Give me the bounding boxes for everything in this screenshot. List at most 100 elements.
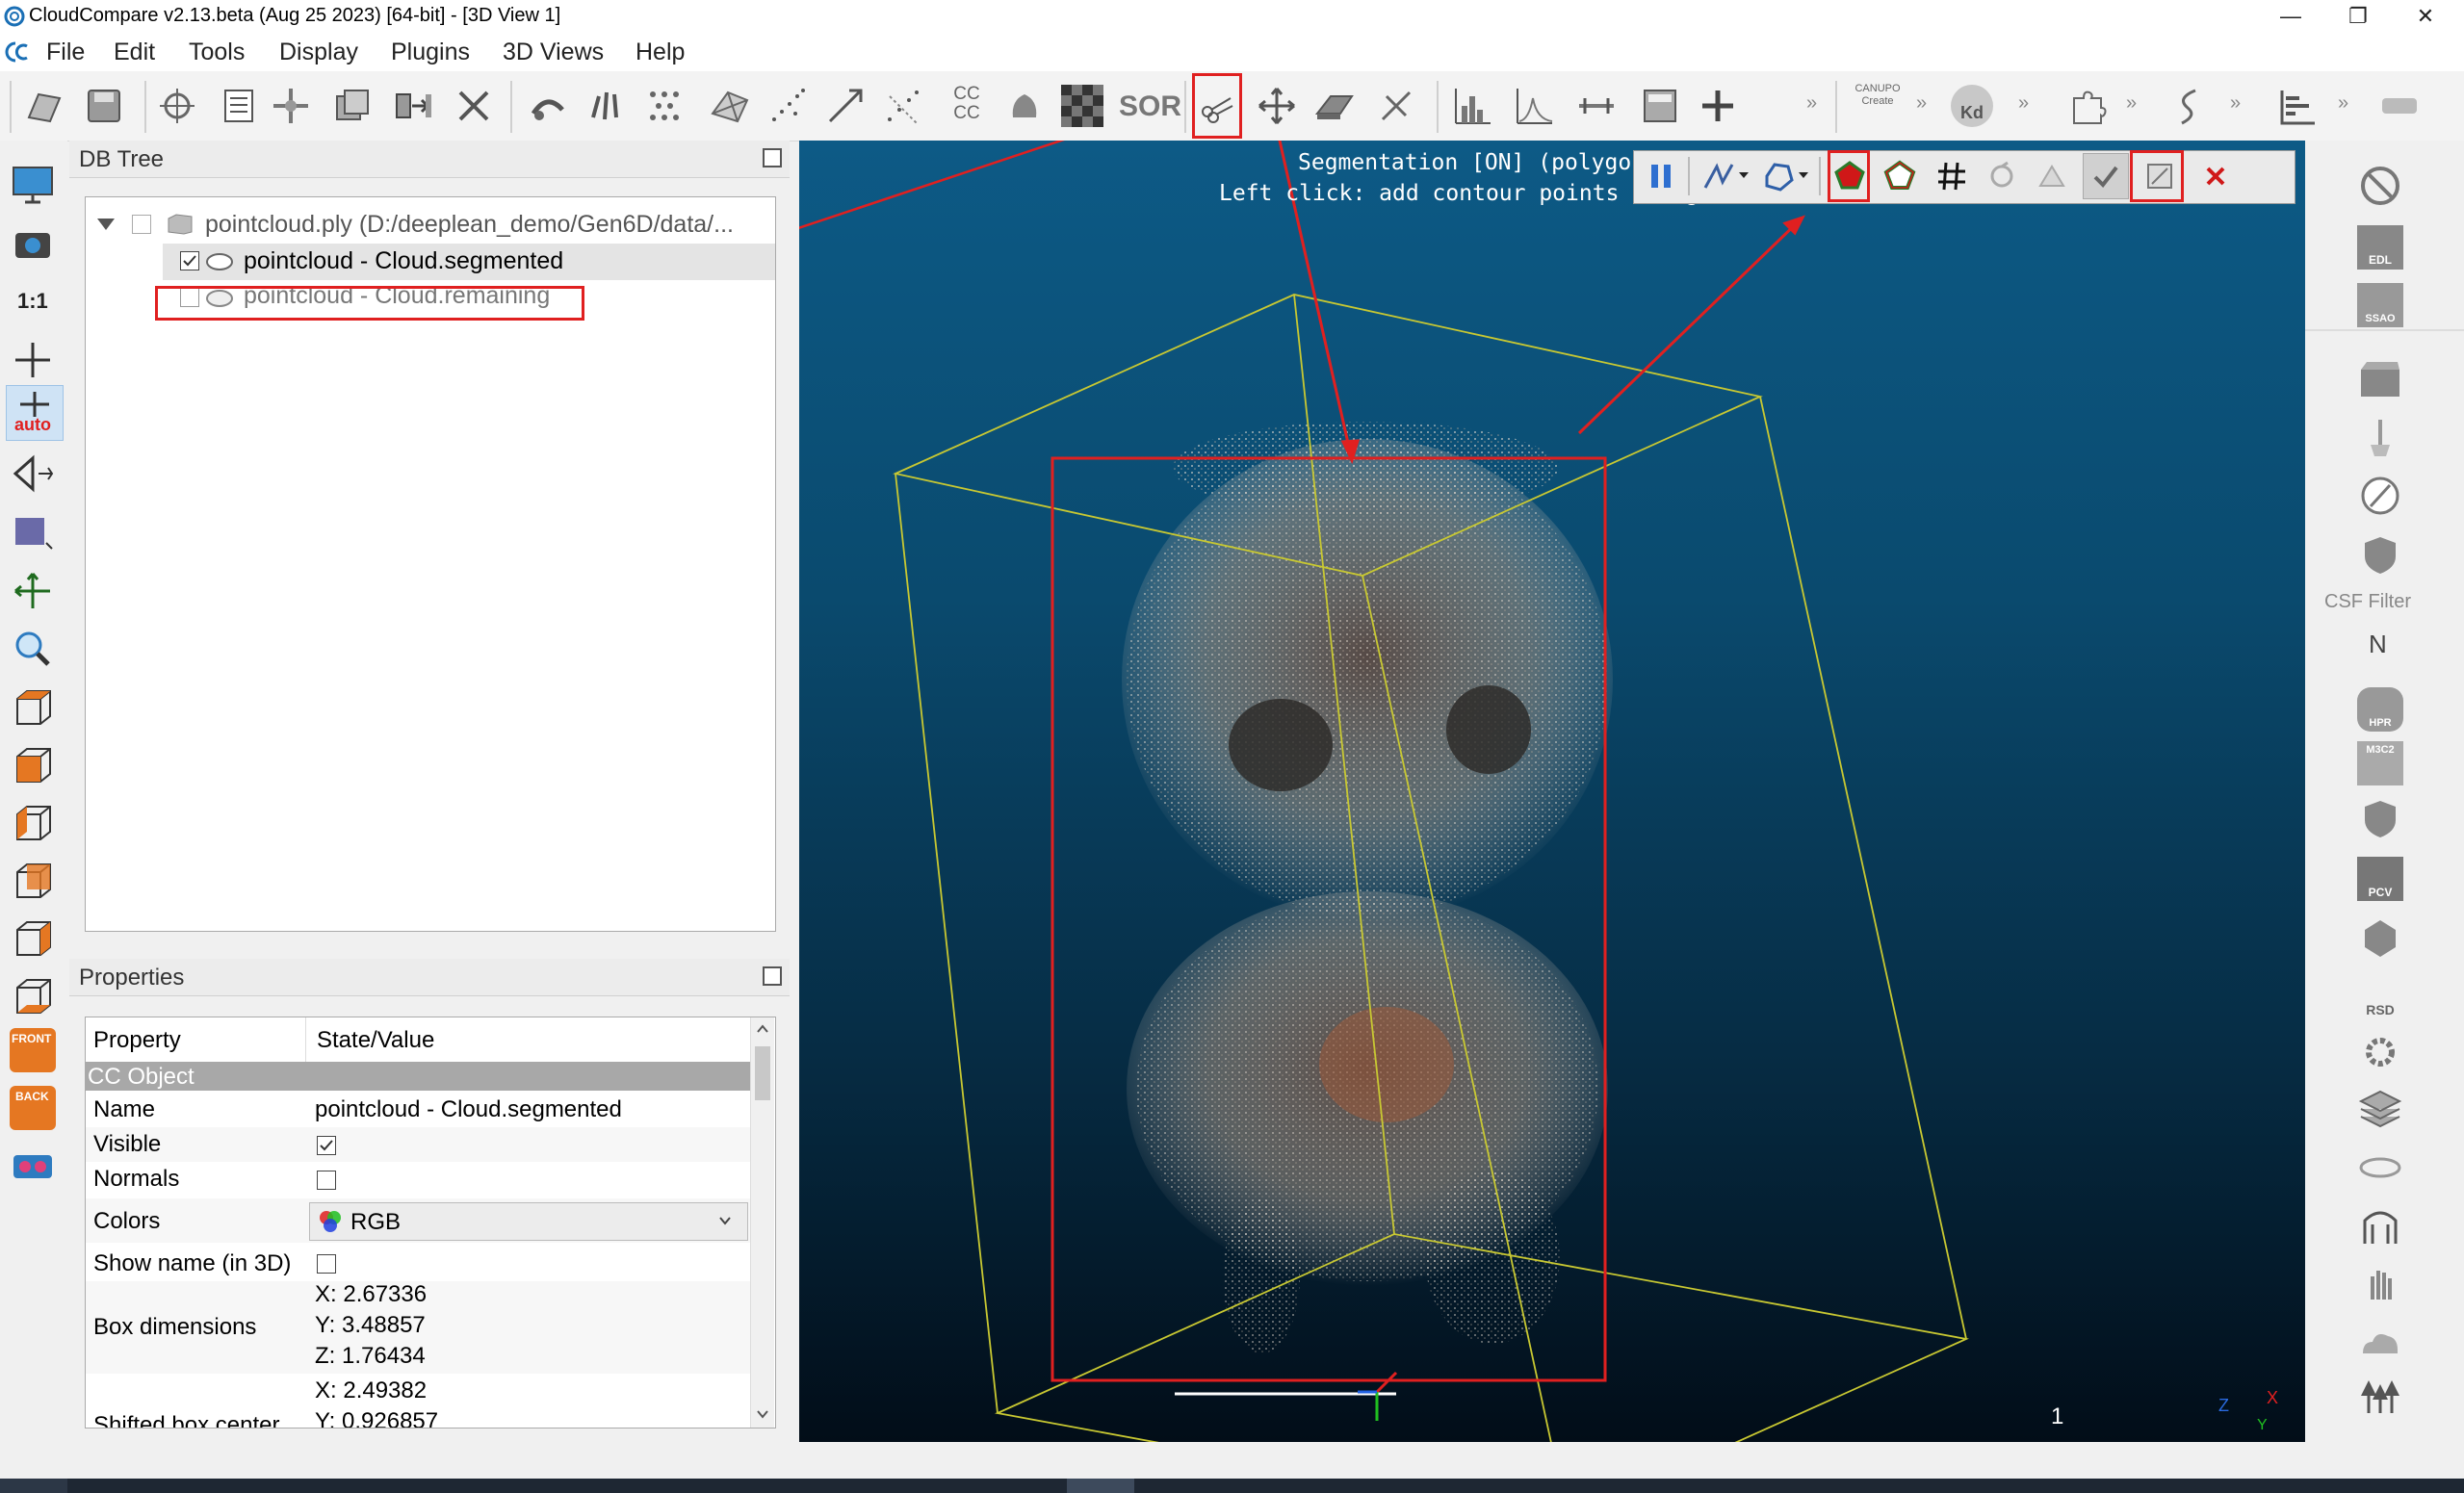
min-max-icon[interactable] bbox=[1575, 85, 1618, 127]
ssao-shader-icon[interactable]: SSAO bbox=[2357, 283, 2403, 327]
m3c2-icon[interactable]: M3C2 bbox=[2357, 741, 2403, 785]
distance-icon[interactable] bbox=[824, 85, 867, 127]
noise-filter-icon[interactable] bbox=[766, 85, 809, 127]
chevron-down-icon[interactable] bbox=[1738, 170, 1750, 180]
pause-icon[interactable] bbox=[1642, 157, 1680, 195]
toolbar-overflow-chevron[interactable]: » bbox=[2230, 92, 2241, 115]
gaussian-fit-icon[interactable] bbox=[1514, 85, 1556, 127]
pivot-cross-icon[interactable] bbox=[10, 339, 56, 381]
trees-icon[interactable] bbox=[2357, 1375, 2403, 1419]
light-icon[interactable] bbox=[10, 510, 56, 553]
sor-filter-icon[interactable]: SOR bbox=[1119, 90, 1181, 123]
layers-icon[interactable] bbox=[2357, 1088, 2403, 1132]
auto-pivot-button[interactable]: auto bbox=[6, 385, 64, 441]
menu-display[interactable]: Display bbox=[279, 39, 358, 66]
colors-dropdown[interactable]: RGB bbox=[309, 1202, 748, 1241]
screen-view-icon[interactable] bbox=[10, 164, 56, 206]
view-front-icon[interactable] bbox=[10, 743, 56, 785]
hpr-icon[interactable]: HPR bbox=[2357, 687, 2403, 732]
point-picking-icon[interactable] bbox=[156, 85, 198, 127]
minimize-button[interactable]: — bbox=[2257, 0, 2324, 33]
tree-row-segmented[interactable]: pointcloud - Cloud.segmented bbox=[163, 244, 775, 280]
cancel-icon[interactable] bbox=[2196, 157, 2235, 195]
rsd-icon[interactable]: RSD bbox=[2357, 974, 2403, 1018]
hash-icon[interactable] bbox=[1932, 157, 1971, 195]
visible-checkbox[interactable] bbox=[317, 1136, 336, 1155]
view-right-icon[interactable] bbox=[10, 916, 56, 959]
3d-view[interactable]: Segmentation [ON] (polygon Left click: a… bbox=[799, 141, 2305, 1442]
orient-normals-icon[interactable] bbox=[585, 85, 628, 127]
zoom-1-1-button[interactable]: 1:1 bbox=[17, 289, 48, 314]
expand-arrow-icon[interactable] bbox=[95, 217, 117, 232]
open-icon[interactable] bbox=[23, 85, 65, 127]
crop-plane-icon[interactable] bbox=[1313, 85, 1356, 127]
compass-icon[interactable] bbox=[2357, 474, 2403, 518]
properties-scrollbar[interactable] bbox=[750, 1017, 774, 1428]
export-icon[interactable] bbox=[2033, 157, 2071, 195]
menu-help[interactable]: Help bbox=[635, 39, 685, 66]
edl-shader-icon[interactable]: EDL bbox=[2357, 225, 2403, 270]
view-bottom-icon[interactable] bbox=[10, 974, 56, 1017]
zoom-icon[interactable] bbox=[10, 628, 56, 670]
checkerboard-icon[interactable] bbox=[1061, 85, 1103, 127]
confirm-button[interactable] bbox=[2083, 153, 2129, 199]
profile-icon[interactable] bbox=[2276, 85, 2319, 127]
kd-tree-icon[interactable]: Kd bbox=[1951, 85, 1993, 127]
iso-back-button[interactable]: BACK bbox=[10, 1086, 56, 1130]
camera-icon[interactable] bbox=[10, 221, 56, 264]
menu-3d-views[interactable]: 3D Views bbox=[503, 39, 604, 66]
toolbar-overflow-chevron[interactable]: » bbox=[1916, 92, 1927, 115]
chevron-down-icon[interactable] bbox=[1798, 170, 1809, 180]
add-icon[interactable] bbox=[1697, 85, 1739, 127]
north-arrow-icon[interactable]: N bbox=[2369, 630, 2387, 659]
iso-front-button[interactable]: FRONT bbox=[10, 1028, 56, 1072]
interaction-mode-icon[interactable] bbox=[10, 570, 56, 612]
subsample-icon[interactable] bbox=[643, 85, 686, 127]
scroll-down-icon[interactable] bbox=[756, 1408, 769, 1420]
toolbar-overflow-chevron[interactable]: » bbox=[2338, 92, 2348, 115]
scroll-up-icon[interactable] bbox=[756, 1023, 769, 1035]
hand-icon[interactable] bbox=[2357, 1261, 2403, 1305]
toolbar-overflow-chevron[interactable]: » bbox=[2126, 92, 2137, 115]
taskbar-app[interactable] bbox=[1067, 1479, 1134, 1493]
tree-row-root[interactable]: pointcloud.ply (D:/deeplean_demo/Gen6D/d… bbox=[86, 207, 775, 244]
shield-icon[interactable] bbox=[2357, 533, 2403, 578]
cc-compare-icon[interactable]: CC CC bbox=[947, 85, 986, 127]
polygon-selection-icon[interactable] bbox=[1759, 157, 1798, 195]
delete-icon[interactable] bbox=[453, 85, 495, 127]
merge-icon[interactable] bbox=[393, 85, 435, 127]
float-panel-icon[interactable] bbox=[763, 966, 782, 986]
root-checkbox[interactable] bbox=[132, 215, 151, 234]
reset-icon[interactable] bbox=[1983, 157, 2021, 195]
menu-edit[interactable]: Edit bbox=[114, 39, 155, 66]
menu-file[interactable]: File bbox=[46, 39, 85, 66]
menu-plugins[interactable]: Plugins bbox=[391, 39, 470, 66]
translate-icon[interactable] bbox=[1256, 85, 1298, 127]
sensor-icon[interactable] bbox=[2357, 416, 2403, 460]
gears-icon[interactable] bbox=[2357, 1030, 2403, 1074]
menu-tools[interactable]: Tools bbox=[189, 39, 245, 66]
color-scale-icon[interactable] bbox=[1003, 85, 1046, 127]
segment-out-icon[interactable] bbox=[1880, 157, 1919, 195]
app-menu-icon[interactable] bbox=[4, 40, 29, 64]
view-back-icon[interactable] bbox=[10, 859, 56, 901]
restore-button[interactable]: ❐ bbox=[2324, 0, 2392, 33]
mesh-icon[interactable] bbox=[709, 85, 751, 127]
curve-icon[interactable] bbox=[2168, 85, 2211, 127]
import-polyline-icon[interactable] bbox=[1699, 157, 1738, 195]
perspective-icon[interactable] bbox=[10, 452, 56, 495]
view-top-icon[interactable] bbox=[10, 685, 56, 728]
translate-rotate-icon[interactable] bbox=[270, 85, 312, 127]
histogram-icon[interactable] bbox=[1452, 85, 1494, 127]
disable-icon[interactable] bbox=[2357, 164, 2403, 208]
clone-icon[interactable] bbox=[331, 85, 374, 127]
normals-checkbox[interactable] bbox=[317, 1171, 336, 1190]
arch-icon[interactable] bbox=[2357, 1203, 2403, 1248]
scrollbar-thumb[interactable] bbox=[755, 1046, 770, 1100]
calculator-icon[interactable] bbox=[1639, 85, 1681, 127]
float-panel-icon[interactable] bbox=[763, 148, 782, 167]
ellipse-icon[interactable] bbox=[2357, 1145, 2403, 1190]
taskbar-start[interactable] bbox=[0, 1479, 67, 1493]
hexagon-icon[interactable] bbox=[2357, 916, 2403, 961]
save-icon[interactable] bbox=[83, 85, 125, 127]
